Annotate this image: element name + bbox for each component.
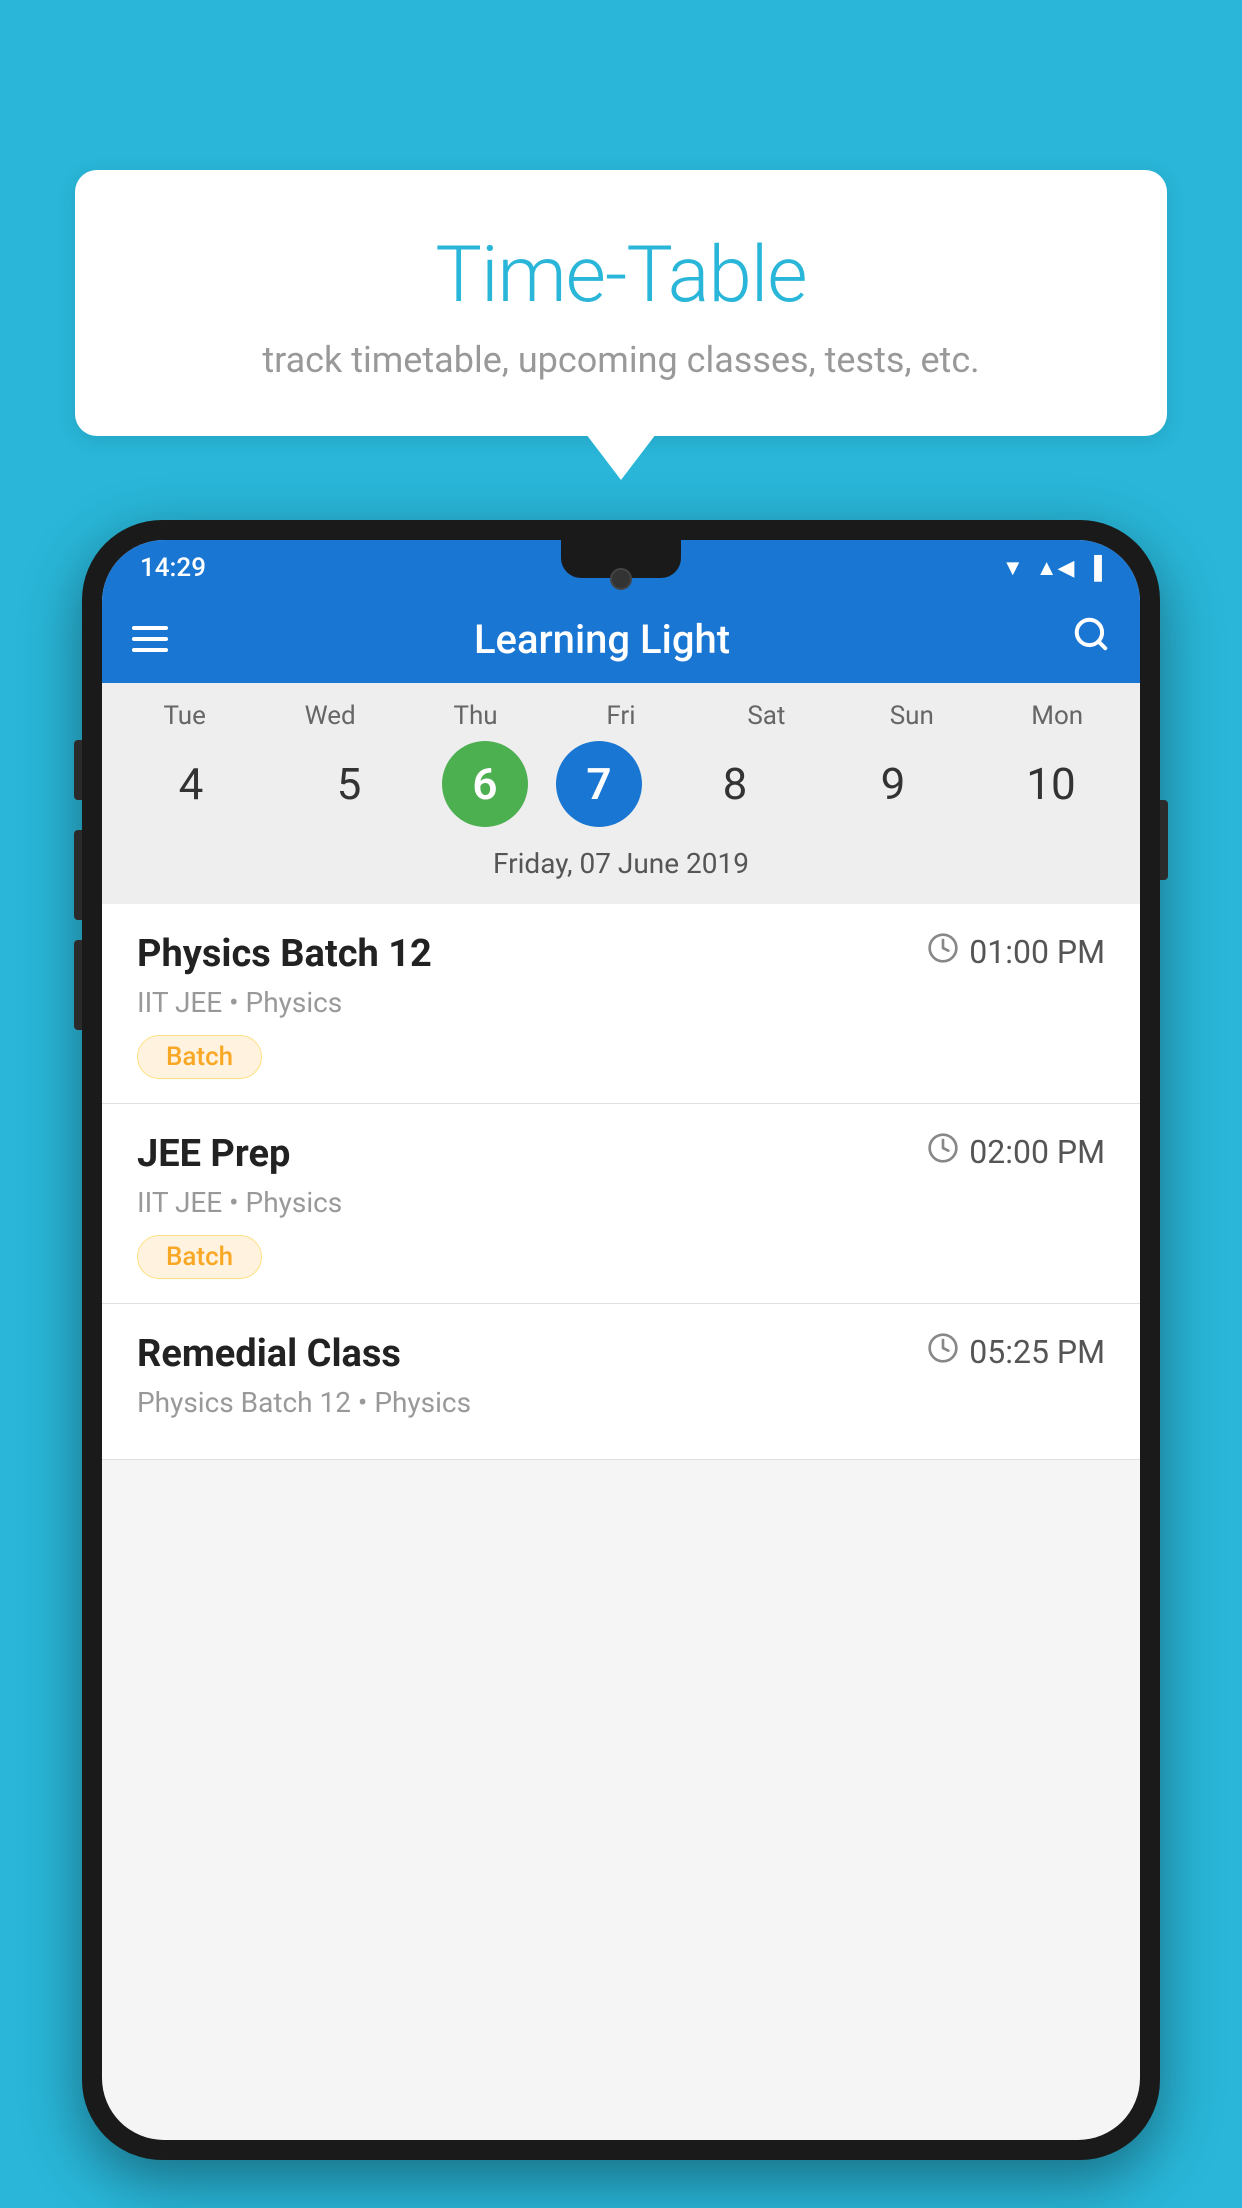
calendar-strip: Tue Wed Thu Fri Sat Sun Mon 4 5 6 7 8 9 … [102,683,1140,904]
class-1-subject: IIT JEE • Physics [137,986,1105,1019]
hamburger-menu[interactable] [132,626,168,652]
day-5[interactable]: 5 [284,741,414,827]
clock-icon-1 [927,932,959,972]
bubble-title: Time-Table [125,230,1117,321]
class-3-time-text: 05:25 PM [969,1333,1105,1371]
class-2-time-text: 02:00 PM [969,1133,1105,1171]
class-1-name: Physics Batch 12 [137,932,432,976]
class-item-1[interactable]: Physics Batch 12 01:00 PM IIT JEE • P [102,904,1140,1104]
selected-date: Friday, 07 June 2019 [112,839,1130,894]
day-header-sun: Sun [847,701,977,731]
day-header-fri: Fri [556,701,686,731]
day-8[interactable]: 8 [670,741,800,827]
day-9[interactable]: 9 [828,741,958,827]
power-button [1160,800,1168,880]
wifi-icon: ▼ [1002,555,1024,581]
class-1-time-text: 01:00 PM [969,933,1105,971]
class-2-subject: IIT JEE • Physics [137,1186,1105,1219]
class-2-name: JEE Prep [137,1132,290,1176]
phone-frame: 14:29 ▼ ▲◀ ▐ Learning Light [82,520,1160,2160]
volume-down-button [74,830,82,920]
volume-up-button [74,740,82,800]
class-list: Physics Batch 12 01:00 PM IIT JEE • P [102,904,1140,1460]
day-header-wed: Wed [265,701,395,731]
phone-screen: 14:29 ▼ ▲◀ ▐ Learning Light [102,540,1140,2140]
clock-icon-2 [927,1132,959,1172]
class-2-badge: Batch [137,1235,262,1279]
day-headers: Tue Wed Thu Fri Sat Sun Mon [112,701,1130,731]
day-header-sat: Sat [701,701,831,731]
day-header-tue: Tue [120,701,250,731]
class-3-name: Remedial Class [137,1332,401,1376]
class-3-subject: Physics Batch 12 • Physics [137,1386,1105,1419]
class-2-time: 02:00 PM [927,1132,1105,1172]
day-7-selected[interactable]: 7 [556,741,642,827]
class-1-badge: Batch [137,1035,262,1079]
class-item-3-header: Remedial Class 05:25 PM [137,1332,1105,1376]
day-numbers: 4 5 6 7 8 9 10 [112,741,1130,827]
day-header-mon: Mon [992,701,1122,731]
day-6-today[interactable]: 6 [442,741,528,827]
bubble-subtitle: track timetable, upcoming classes, tests… [125,339,1117,381]
class-item-1-header: Physics Batch 12 01:00 PM [137,932,1105,976]
phone-notch [561,540,681,578]
status-icons: ▼ ▲◀ ▐ [1002,555,1102,581]
phone-container: 14:29 ▼ ▲◀ ▐ Learning Light [82,520,1160,2208]
app-title: Learning Light [168,616,1036,663]
signal-icon: ▲◀ [1036,555,1075,581]
class-item-2-header: JEE Prep 02:00 PM [137,1132,1105,1176]
day-header-thu: Thu [411,701,541,731]
class-item-2[interactable]: JEE Prep 02:00 PM IIT JEE • Physics [102,1104,1140,1304]
clock-icon-3 [927,1332,959,1372]
search-button[interactable] [1072,615,1110,663]
front-camera [610,568,632,590]
status-time: 14:29 [140,553,206,583]
speech-bubble: Time-Table track timetable, upcoming cla… [75,170,1167,436]
battery-icon: ▐ [1086,555,1102,581]
class-3-time: 05:25 PM [927,1332,1105,1372]
day-4[interactable]: 4 [126,741,256,827]
silent-button [74,940,82,1030]
class-1-time: 01:00 PM [927,932,1105,972]
app-bar: Learning Light [102,595,1140,683]
class-item-3[interactable]: Remedial Class 05:25 PM Physics Batch [102,1304,1140,1460]
day-10[interactable]: 10 [986,741,1116,827]
